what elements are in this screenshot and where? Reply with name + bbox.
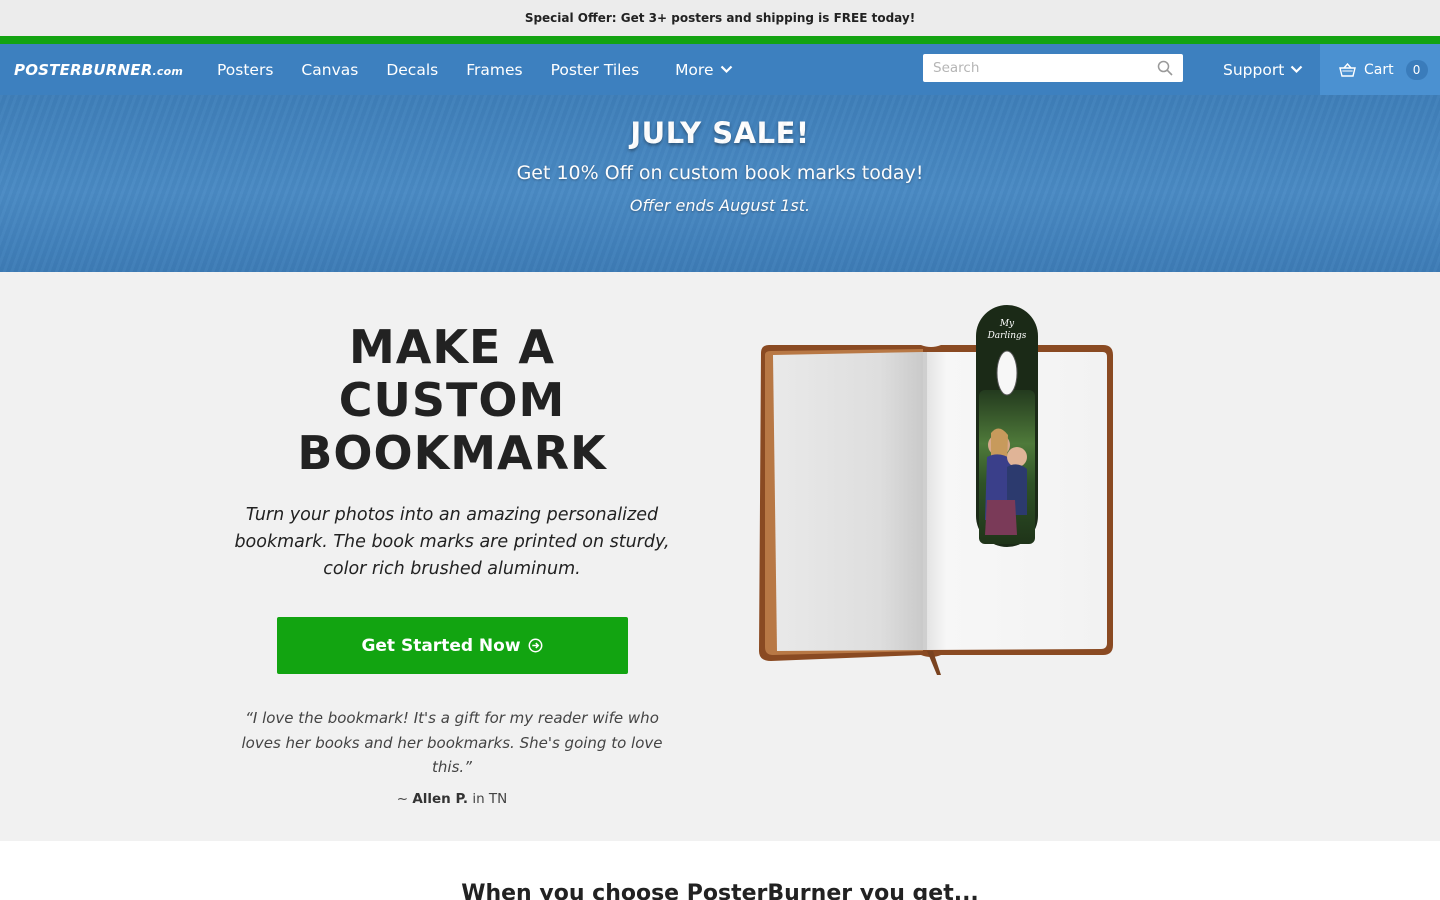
green-stripe [0,36,1440,44]
sale-subtitle: Get 10% Off on custom book marks today! [516,162,924,184]
sale-banner: JULY SALE! Get 10% Off on custom book ma… [0,95,1440,272]
nav-link-poster-tiles[interactable]: Poster Tiles [551,61,639,79]
search-icon[interactable] [1157,60,1173,76]
brand-name: POSTERBURNER [14,60,153,79]
basket-icon [1339,62,1356,77]
bookmark-text-line2: Darlings [987,331,1027,341]
nav-link-posters[interactable]: Posters [217,61,273,79]
bookmark-product-image: My Darlings [759,305,1113,675]
nav-link-decals[interactable]: Decals [386,61,438,79]
nav-link-frames[interactable]: Frames [466,61,522,79]
chevron-down-icon [1291,65,1303,74]
arrow-circle-right-icon [528,638,542,653]
hero-section: MAKE A CUSTOM BOOKMARK Turn your photos … [0,272,1440,841]
hero-content: MAKE A CUSTOM BOOKMARK Turn your photos … [232,321,672,807]
nav-more-label: More [675,60,714,79]
get-started-button[interactable]: Get Started Now [276,617,628,674]
testimonial-quote: “I love the bookmark! It's a gift for my… [241,709,663,776]
promo-bar: Special Offer: Get 3+ posters and shippi… [0,0,1440,36]
search-box [923,54,1183,82]
chevron-down-icon [720,65,732,74]
bookmark-text-line1: My [999,319,1015,329]
search-input[interactable] [933,60,1157,76]
nav-links: Posters Canvas Decals Frames Poster Tile… [217,61,761,79]
nav-link-canvas[interactable]: Canvas [301,61,358,79]
support-dropdown[interactable]: Support [1223,44,1303,95]
main-navbar: POSTERBURNER.com Posters Canvas Decals F… [0,44,1440,95]
hero-title: MAKE A CUSTOM BOOKMARK [297,320,607,480]
cart-count-badge: 0 [1405,59,1428,80]
sale-title: JULY SALE! [630,116,810,150]
promo-text: Special Offer: Get 3+ posters and shippi… [524,11,916,25]
nav-more-dropdown[interactable]: More [675,61,732,79]
hero-description: Turn your photos into an amazing persona… [234,505,670,579]
cart-button[interactable]: Cart 0 [1320,44,1440,95]
attrib-name: Allen P. [412,790,469,807]
support-label: Support [1223,60,1285,79]
cart-label: Cart [1364,61,1394,78]
testimonial-attribution: ~ Allen P. in TN [232,791,672,807]
benefits-title: When you choose PosterBurner you get... [461,881,979,900]
attrib-location: in TN [472,790,508,807]
benefits-section: When you choose PosterBurner you get... [0,841,1440,900]
attrib-prefix: ~ [396,790,409,807]
get-started-label: Get Started Now [361,635,521,656]
brand-tld: .com [152,64,184,78]
sale-note: Offer ends August 1st. [629,196,811,215]
brand-logo[interactable]: POSTERBURNER.com [14,61,204,79]
